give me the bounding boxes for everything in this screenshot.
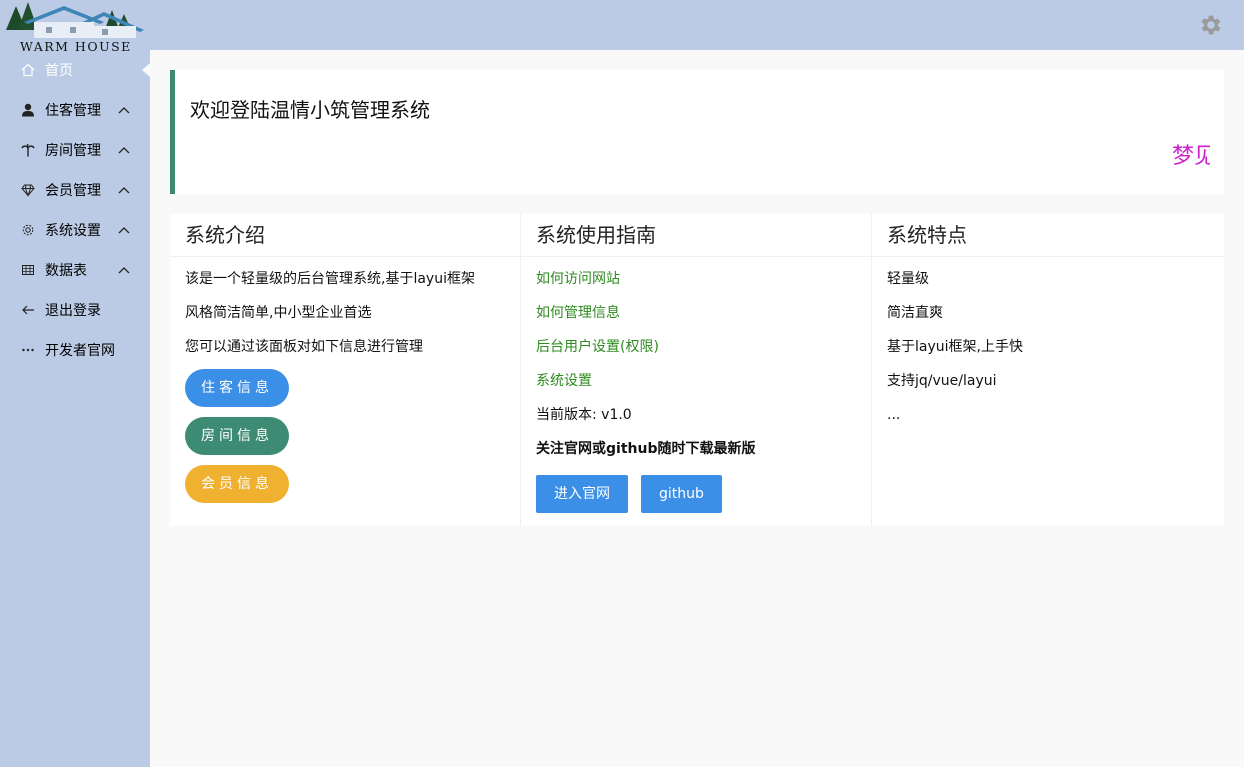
version-text: 当前版本: v1.0 [536,407,632,423]
welcome-title: 欢迎登陆温情小筑管理系统 [190,98,430,122]
sidebar-item-label: 退出登录 [45,303,101,319]
guest-info-button[interactable]: 住客信息 [185,369,289,407]
feature-item: 基于layui框架,上手快 [887,339,1023,355]
github-button[interactable]: github [641,475,722,513]
panel-title: 系统介绍 [170,214,520,257]
panel-title: 系统特点 [872,214,1224,257]
logo: WARM HOUSE [4,0,150,56]
sidebar-item-logout[interactable]: 退出登录 [0,290,150,330]
official-site-button[interactable]: 进入官网 [536,475,628,513]
panel-title: 系统使用指南 [521,214,871,257]
chevron-up-icon [118,147,130,154]
welcome-card: 欢迎登陆温情小筑管理系统 梦见 [170,70,1224,194]
gear-icon [20,222,36,238]
intro-line: 您可以通过该面板对如下信息进行管理 [185,339,423,355]
feature-item: 简洁直爽 [887,305,943,321]
sidebar-item-label: 房间管理 [45,143,101,159]
intro-line: 风格简洁简单,中小型企业首选 [185,305,372,321]
sidebar-item-developer-site[interactable]: 开发者官网 [0,330,150,370]
feature-item: 支持jq/vue/layui [887,373,997,389]
chevron-up-icon [118,107,130,114]
guide-link-visit-site[interactable]: 如何访问网站 [536,269,856,303]
sidebar-item-label: 首页 [45,63,73,79]
panel-system-intro: 系统介绍 该是一个轻量级的后台管理系统,基于layui框架 风格简洁简单,中小型… [170,214,521,526]
palm-tree-icon [20,142,36,158]
sidebar-item-room-management[interactable]: 房间管理 [0,130,150,170]
chevron-up-icon [118,187,130,194]
info-panels: 系统介绍 该是一个轻量级的后台管理系统,基于layui框架 风格简洁简单,中小型… [170,214,1224,526]
sidebar-item-label: 数据表 [45,263,87,279]
sidebar-item-label: 开发者官网 [45,343,115,359]
sidebar-item-home[interactable]: 首页 [0,50,150,90]
marquee-text: 梦见 [1172,138,1210,170]
feature-item: ... [887,407,901,423]
sidebar: WARM HOUSE 首页 住客管理 房间管理 会员管理 系统设置 数据表 退出… [0,0,150,767]
guide-link-manage-info[interactable]: 如何管理信息 [536,303,856,337]
user-icon [20,102,36,118]
sidebar-nav: 首页 住客管理 房间管理 会员管理 系统设置 数据表 退出登录 开发者官网 [0,50,150,370]
sidebar-item-member-management[interactable]: 会员管理 [0,170,150,210]
marquee-label: 梦见 [1172,144,1210,169]
sidebar-item-label: 系统设置 [45,223,101,239]
table-icon [20,262,36,278]
sidebar-item-data-table[interactable]: 数据表 [0,250,150,290]
chevron-up-icon [118,267,130,274]
panel-usage-guide: 系统使用指南 如何访问网站 如何管理信息 后台用户设置(权限) 系统设置 当前版… [521,214,872,526]
diamond-icon [20,182,36,198]
sidebar-item-system-settings[interactable]: 系统设置 [0,210,150,250]
panel-system-features: 系统特点 轻量级 简洁直爽 基于layui框架,上手快 支持jq/vue/lay… [872,214,1224,526]
sidebar-item-label: 会员管理 [45,183,101,199]
top-header [0,0,1244,50]
intro-line: 该是一个轻量级的后台管理系统,基于layui框架 [185,271,475,287]
arrow-left-icon [20,302,36,318]
sidebar-item-guest-management[interactable]: 住客管理 [0,90,150,130]
room-info-button[interactable]: 房间信息 [185,417,289,455]
gear-icon[interactable] [1198,12,1224,38]
sidebar-item-label: 住客管理 [45,103,101,119]
more-icon [20,342,36,358]
guide-link-user-permissions[interactable]: 后台用户设置(权限) [536,337,856,371]
home-icon [20,62,36,78]
feature-item: 轻量级 [887,271,929,287]
house-logo-icon [6,2,144,38]
chevron-up-icon [118,227,130,234]
download-notice: 关注官网或github随时下载最新版 [536,441,756,457]
member-info-button[interactable]: 会员信息 [185,465,289,503]
guide-link-system-settings[interactable]: 系统设置 [536,371,856,405]
